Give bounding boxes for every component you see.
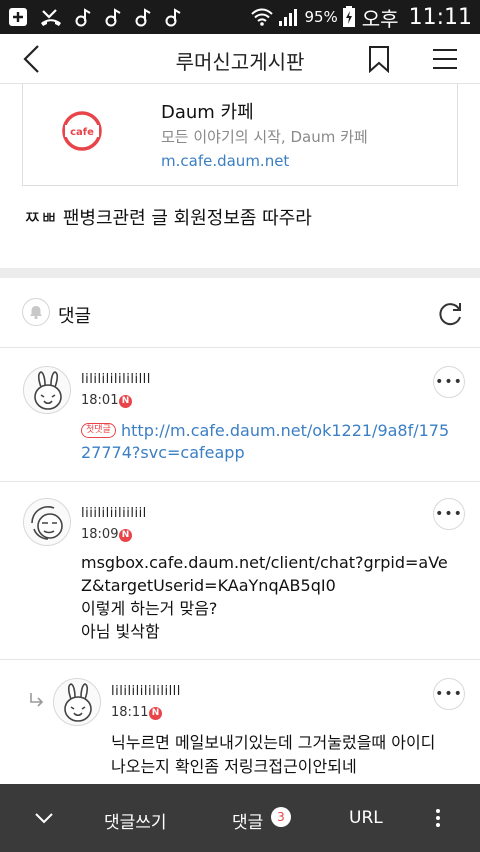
- bottom-action-bar: 댓글쓰기 댓글 3 URL: [0, 784, 480, 852]
- card-description: 모든 이야기의 시작, Daum 카페: [161, 128, 368, 146]
- avatar[interactable]: [23, 498, 71, 546]
- comments-header: 댓글: [0, 278, 480, 348]
- missed-call-icon: [40, 7, 62, 27]
- more-options-button[interactable]: •••: [433, 498, 465, 530]
- reply-item: lilililililililll 18:11 N ••• 닉누르면 메일보내기…: [0, 660, 480, 784]
- comment-text-line: 닉누르면 메일보내기있는데 그거눌렀을때 아이디: [111, 733, 436, 752]
- comment-author[interactable]: liiililiiliiliil: [81, 506, 147, 521]
- url-button[interactable]: URL: [349, 808, 383, 828]
- comment-item: liiililiiliiliil 18:09 N ••• msgbox.cafe…: [0, 482, 480, 660]
- avatar[interactable]: [53, 678, 101, 726]
- comment-text-line: msgbox.cafe.daum.net/client/chat?grpid=a…: [81, 553, 448, 572]
- bell-icon[interactable]: [22, 298, 50, 326]
- battery-percent: 95%: [304, 8, 338, 26]
- svg-text:cafe: cafe: [70, 127, 94, 138]
- comments-label: 댓글: [58, 306, 92, 327]
- more-options-button[interactable]: •••: [433, 678, 465, 710]
- signal-icon: [278, 7, 300, 27]
- comment-time: 18:01: [81, 393, 119, 408]
- add-icon: [8, 7, 28, 27]
- notification-icon: [104, 7, 122, 27]
- battery-icon: [342, 6, 356, 28]
- card-url[interactable]: m.cafe.daum.net: [161, 152, 289, 170]
- more-vertical-icon[interactable]: [430, 808, 446, 828]
- menu-icon[interactable]: [431, 47, 459, 71]
- comment-text-line: Z&targetUserid=KAaYnqAB5qI0: [81, 576, 336, 595]
- comment-text-line: 나오는지 확인좀 저링크접근이안되네: [111, 757, 357, 776]
- cafe-logo-icon: cafe: [61, 110, 103, 152]
- write-comment-button[interactable]: 댓글쓰기: [104, 808, 167, 833]
- new-badge: N: [119, 395, 132, 408]
- status-time: 11:11: [408, 4, 472, 30]
- comment-link-line[interactable]: http://m.cafe.daum.net/ok1221/9a8f/175: [121, 420, 449, 442]
- more-options-button[interactable]: •••: [433, 366, 465, 398]
- page-title: 루머신고게시판: [175, 50, 305, 74]
- comment-count-badge: 3: [271, 807, 291, 827]
- new-badge: N: [149, 707, 162, 720]
- post-body-text: ㅉㅃ 팬병크관련 글 회원정보좀 따주라: [24, 208, 312, 229]
- link-preview-card[interactable]: cafe Daum 카페 모든 이야기의 시작, Daum 카페 m.cafe.…: [22, 84, 458, 186]
- avatar[interactable]: [23, 366, 71, 414]
- top-app-bar: 루머신고게시판: [0, 34, 480, 84]
- notification-icon: [134, 7, 152, 27]
- comment-text-line: 이렇게 하는거 맞음?: [81, 599, 218, 618]
- comment-time: 18:11: [111, 705, 149, 720]
- chevron-down-icon[interactable]: [34, 810, 54, 826]
- status-ampm: 오후: [361, 6, 399, 31]
- back-icon[interactable]: [18, 43, 48, 75]
- comment-link-line[interactable]: 27774?svc=cafeapp: [81, 442, 245, 464]
- reply-arrow-icon: [28, 692, 44, 708]
- first-comment-tag: 첫댓글: [81, 423, 116, 438]
- status-bar: 95% 오후 11:11: [0, 0, 480, 34]
- section-divider: [0, 268, 480, 278]
- comments-button[interactable]: 댓글: [232, 808, 263, 833]
- card-title: Daum 카페: [161, 102, 254, 123]
- comment-item: lilililililililll 18:01 N ••• 첫댓글 http:/…: [0, 348, 480, 482]
- notification-icon: [164, 7, 182, 27]
- new-badge: N: [119, 529, 132, 542]
- comment-author[interactable]: lilililililililll: [111, 684, 181, 699]
- comment-time: 18:09: [81, 527, 119, 542]
- comment-text-line: 아님 빛삭함: [81, 622, 160, 641]
- notification-icon: [74, 7, 92, 27]
- bookmark-icon[interactable]: [366, 45, 392, 74]
- wifi-icon: [250, 7, 274, 27]
- refresh-icon[interactable]: [436, 300, 464, 328]
- comment-author[interactable]: lilililililililll: [81, 372, 151, 387]
